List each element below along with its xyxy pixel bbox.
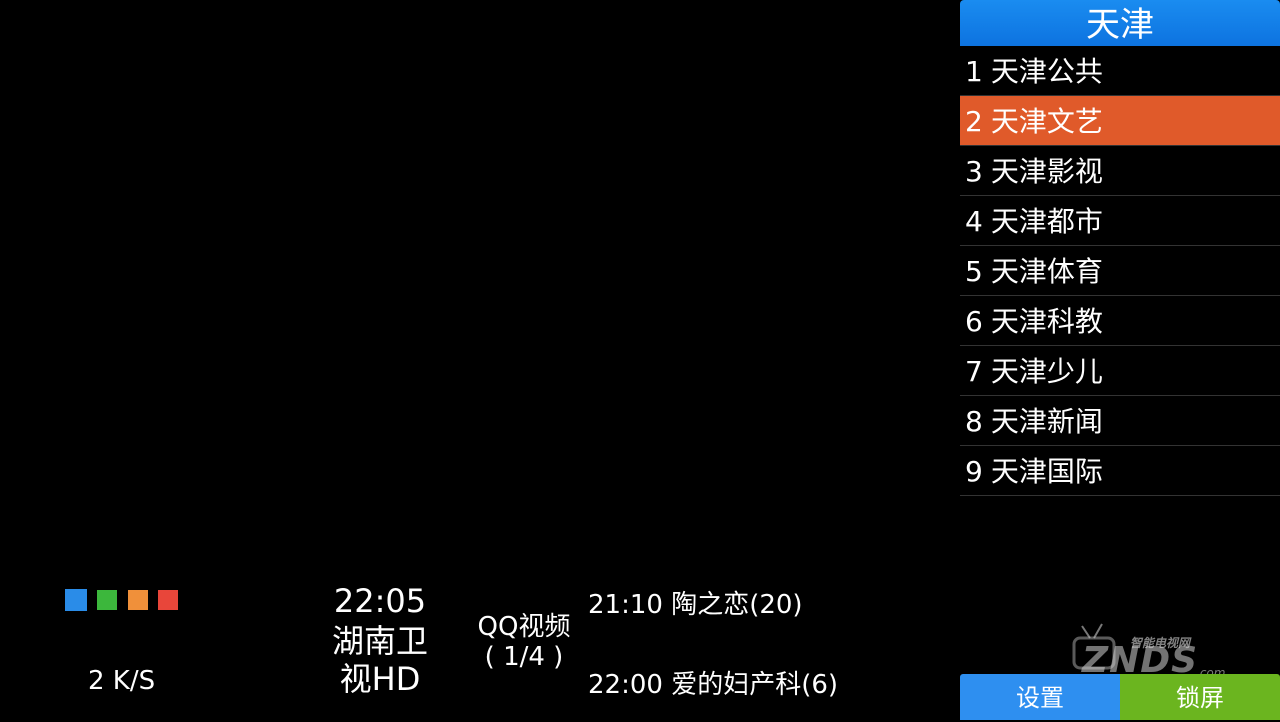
channel-name: 天津影视 <box>990 155 1103 188</box>
source-name: QQ视频 <box>477 612 571 642</box>
channel-item-1[interactable]: 1 天津公共 <box>960 46 1280 96</box>
channel-number: 9 <box>965 455 983 488</box>
channel-number: 8 <box>965 405 983 438</box>
channel-name-line2: 视HD <box>339 660 421 698</box>
clock-time: 22:05 <box>333 582 427 620</box>
signal-square-green <box>97 590 117 610</box>
signal-square-blue <box>65 589 87 611</box>
signal-square-orange <box>128 590 148 610</box>
channel-name: 天津体育 <box>990 255 1103 288</box>
channel-name: 天津国际 <box>990 455 1103 488</box>
channel-name: 天津新闻 <box>990 405 1103 438</box>
channel-list: 1 天津公共 2 天津文艺 3 天津影视 4 天津都市 5 天津体育 6 天津科教 7 天津少… <box>960 46 1280 496</box>
channel-number: 3 <box>965 155 983 188</box>
channel-item-9[interactable]: 9 天津国际 <box>960 446 1280 496</box>
epg-current-program: 21:10 陶之恋(20) <box>588 590 803 620</box>
epg-next-program: 22:00 爱的妇产科(6) <box>588 670 839 700</box>
channel-item-6[interactable]: 6 天津科教 <box>960 296 1280 346</box>
channel-number: 2 <box>965 105 983 138</box>
signal-square-red <box>158 590 178 610</box>
channel-item-7[interactable]: 7 天津少儿 <box>960 346 1280 396</box>
channel-name-line1: 湖南卫 <box>331 622 428 660</box>
channel-name: 天津文艺 <box>990 105 1103 138</box>
channel-name: 天津公共 <box>990 55 1103 88</box>
source-index: ( 1/4 ) <box>484 642 564 672</box>
channel-group-title[interactable]: 天津 <box>960 0 1280 46</box>
channel-item-4[interactable]: 4 天津都市 <box>960 196 1280 246</box>
channel-item-2[interactable]: 2 天津文艺 <box>960 96 1280 146</box>
current-channel-name: 湖南卫 视HD <box>310 622 450 698</box>
channel-item-5[interactable]: 5 天津体育 <box>960 246 1280 296</box>
network-speed: 2 K/S <box>88 666 156 696</box>
channel-number: 6 <box>965 305 983 338</box>
channel-name: 天津少儿 <box>990 355 1103 388</box>
channel-name: 天津都市 <box>990 205 1103 238</box>
channel-item-3[interactable]: 3 天津影视 <box>960 146 1280 196</box>
lock-screen-button[interactable]: 锁屏 <box>1120 674 1280 720</box>
settings-button[interactable]: 设置 <box>960 674 1120 720</box>
channel-number: 1 <box>965 55 983 88</box>
channel-number: 7 <box>965 355 983 388</box>
channel-number: 5 <box>965 255 983 288</box>
channel-item-8[interactable]: 8 天津新闻 <box>960 396 1280 446</box>
channel-panel: 天津 1 天津公共 2 天津文艺 3 天津影视 4 天津都市 5 天津体育 6 天津科教 7… <box>960 0 1280 720</box>
channel-number: 4 <box>965 205 983 238</box>
channel-name: 天津科教 <box>990 305 1103 338</box>
